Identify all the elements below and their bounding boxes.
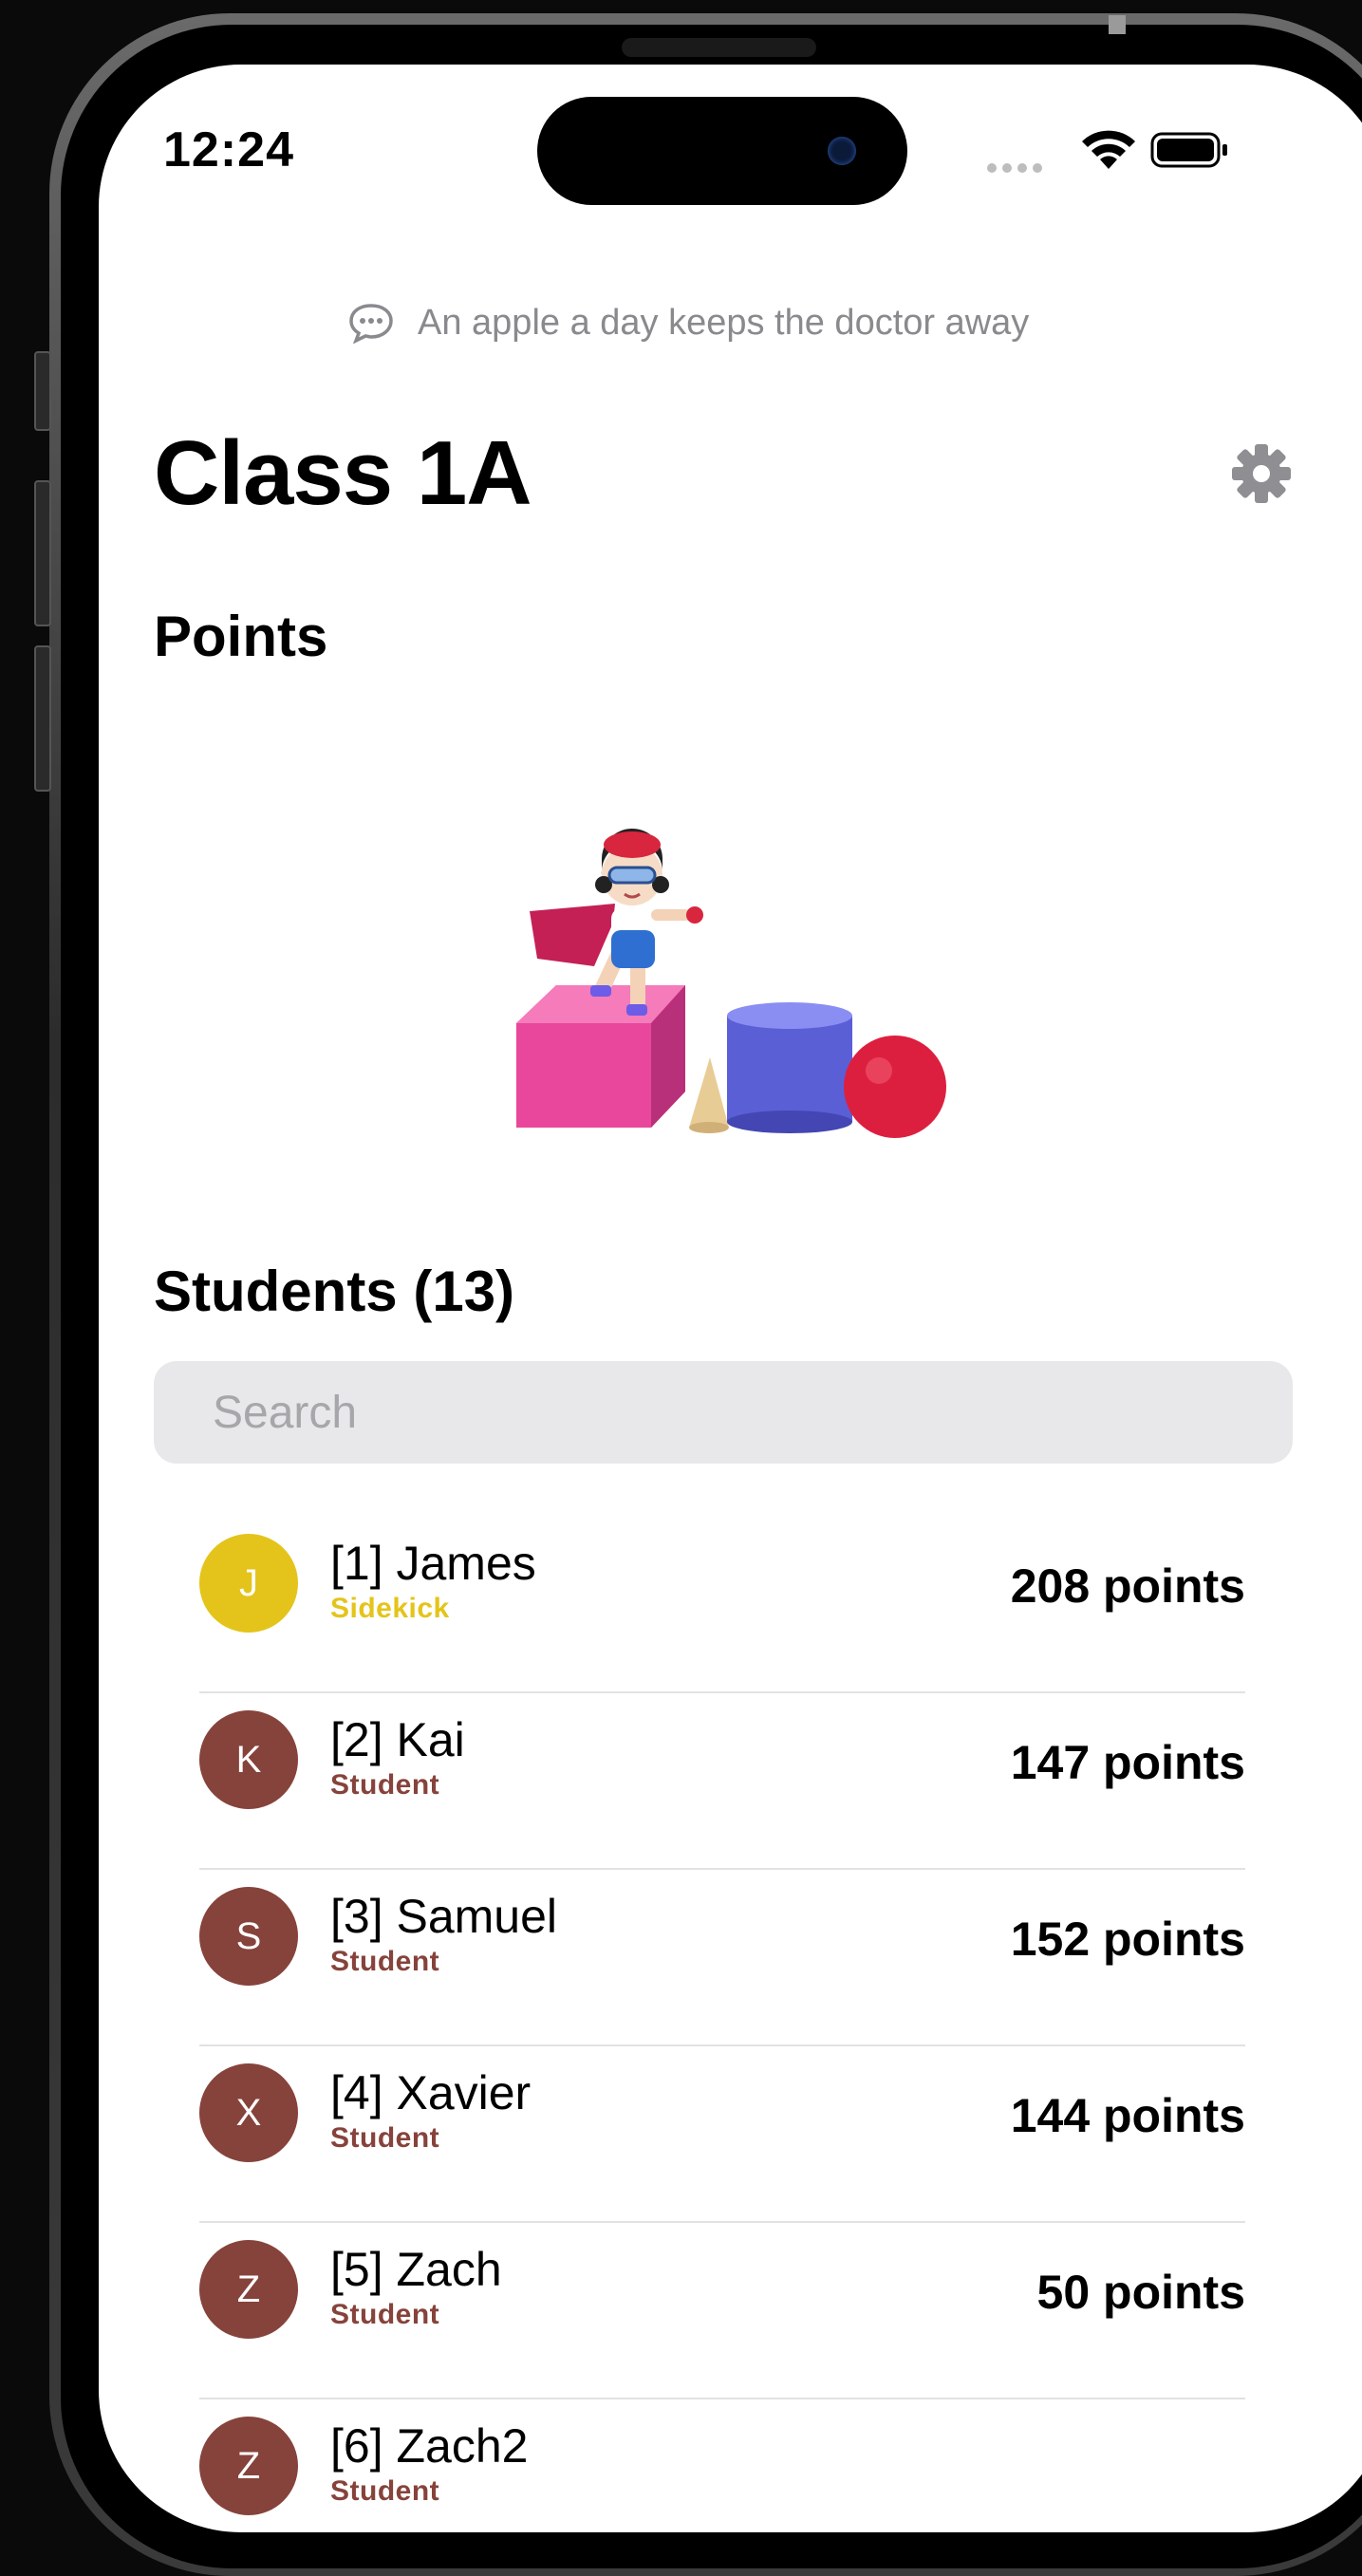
- table-row[interactable]: K [2] Kai Student 147 points: [199, 1693, 1245, 1870]
- table-row[interactable]: Z [6] Zach2 Student: [199, 2399, 1245, 2574]
- student-name: [4] Xavier: [330, 2066, 532, 2119]
- student-points: 152 points: [1010, 1913, 1245, 1966]
- front-camera: [828, 137, 856, 165]
- quote-text: An apple a day keeps the doctor away: [418, 302, 1030, 343]
- avatar: Z: [199, 2417, 298, 2515]
- avatar: K: [199, 1710, 298, 1809]
- student-role: Sidekick: [330, 1593, 450, 1624]
- search-input[interactable]: [154, 1361, 1293, 1464]
- table-row[interactable]: S [3] Samuel Student 152 points: [199, 1870, 1245, 2046]
- earpiece-speaker: [622, 38, 816, 57]
- superhero-girl-illustration: [516, 828, 946, 1138]
- avatar: Z: [199, 2240, 298, 2339]
- student-name: [2] Kai: [330, 1713, 465, 1766]
- points-section-title: Points: [154, 605, 328, 668]
- student-role: Student: [330, 2475, 440, 2507]
- avatar: J: [199, 1534, 298, 1633]
- student-role: Student: [330, 2299, 440, 2330]
- students-section-title: Students (13): [154, 1260, 515, 1323]
- students-list: J [1] James Sidekick 208 points K [2] Ka…: [199, 1517, 1245, 2574]
- wifi-icon: [1082, 130, 1135, 169]
- battery-icon: [1150, 132, 1227, 168]
- table-row[interactable]: X [4] Xavier Student 144 points: [199, 2046, 1245, 2223]
- volume-down-button: [34, 645, 51, 792]
- student-name: [3] Samuel: [330, 1890, 558, 1943]
- student-role: Student: [330, 2122, 440, 2154]
- student-points: 50 points: [1036, 2266, 1245, 2319]
- student-points: 147 points: [1010, 1736, 1245, 1789]
- avatar: X: [199, 2063, 298, 2162]
- student-role: Student: [330, 1769, 440, 1801]
- student-name: [1] James: [330, 1537, 536, 1590]
- avatar: S: [199, 1887, 298, 1986]
- table-row[interactable]: J [1] James Sidekick 208 points: [199, 1517, 1245, 1693]
- gear-icon[interactable]: [1230, 442, 1293, 505]
- speech-bubble-icon: [349, 304, 393, 344]
- table-row[interactable]: Z [5] Zach Student 50 points: [199, 2223, 1245, 2399]
- daily-quote: An apple a day keeps the doctor away: [347, 302, 1029, 344]
- page-title: Class 1A: [154, 422, 532, 524]
- status-time: 12:24: [163, 122, 294, 177]
- student-points: 208 points: [1010, 1559, 1245, 1613]
- cellular-signal-icon: [987, 163, 1042, 173]
- antenna-band: [1109, 15, 1126, 34]
- student-points: 144 points: [1010, 2089, 1245, 2142]
- silent-switch: [34, 351, 51, 431]
- student-name: [5] Zach: [330, 2243, 502, 2296]
- student-name: [6] Zach2: [330, 2419, 529, 2473]
- volume-up-button: [34, 480, 51, 626]
- student-role: Student: [330, 1946, 440, 1977]
